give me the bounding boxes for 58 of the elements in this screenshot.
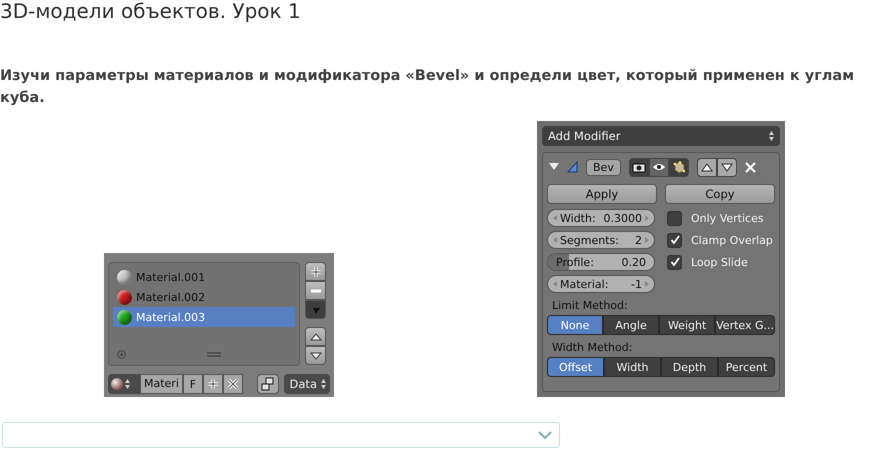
close-icon[interactable]	[744, 162, 756, 172]
dropdown-button[interactable]	[305, 300, 326, 319]
move-up-button[interactable]	[305, 327, 326, 346]
method-option[interactable]: Depth	[661, 357, 718, 377]
material-name-field[interactable]: Materi	[140, 374, 183, 394]
remove-button[interactable]	[305, 281, 326, 300]
method-label: Width Method:	[551, 341, 634, 356]
copy-link-button[interactable]	[256, 374, 279, 394]
checkbox[interactable]	[667, 232, 682, 248]
cross-icon	[226, 378, 239, 390]
method-option[interactable]: Offset	[547, 357, 604, 377]
profile-slider[interactable]: Profile: 0.20	[547, 253, 655, 271]
chevron-icon	[538, 430, 552, 440]
two-squares-icon	[260, 377, 275, 391]
link-dropdown[interactable]: Data	[284, 374, 330, 394]
up-down-arrows-icon	[769, 131, 774, 141]
copy-button[interactable]: Copy	[665, 184, 775, 204]
material-item[interactable]: Material.001	[113, 267, 295, 287]
method-option[interactable]: Percent	[718, 357, 775, 377]
lesson-title: 3D-модели объектов. Урок 1	[0, 0, 302, 24]
question-text: Изучи параметры материалов и модификатора «Bevel» и определи цвет, который применен к углам куба.	[0, 67, 856, 108]
up-triangle-icon	[700, 162, 713, 172]
checkbox-label: Loop Slide	[691, 256, 748, 268]
modifier-name-field[interactable]: Bev	[586, 158, 621, 176]
camera-icon[interactable]	[628, 158, 649, 176]
new-button[interactable]	[202, 374, 223, 394]
bevel-icon	[567, 161, 578, 173]
up-down-arrows-icon	[321, 379, 326, 389]
method-label: Limit Method:	[551, 299, 629, 314]
down-triangle-icon	[310, 350, 322, 360]
resize-grip-icon[interactable]	[207, 352, 221, 357]
eye-icon[interactable]	[648, 158, 669, 176]
checkbox[interactable]	[667, 210, 682, 226]
down-triangle-icon	[720, 162, 733, 172]
collapse-triangle-icon[interactable]	[549, 163, 559, 171]
checkbox-label: Only Vertices	[691, 212, 764, 224]
up-triangle-icon	[310, 332, 322, 342]
checkbox[interactable]	[667, 254, 682, 270]
unlink-button[interactable]	[222, 374, 243, 394]
add-modifier-dropdown[interactable]: Add Modifier	[542, 126, 780, 146]
method-option[interactable]: Width	[604, 357, 661, 377]
method-option[interactable]: None	[547, 315, 604, 335]
material-selector[interactable]	[108, 374, 140, 394]
up-down-arrows-icon	[125, 379, 130, 389]
move-down-button[interactable]	[305, 346, 326, 365]
move-up-button[interactable]	[696, 158, 717, 176]
method-option[interactable]: Weight	[659, 315, 716, 335]
fake-user-button[interactable]: F	[182, 374, 203, 394]
add-button[interactable]	[305, 262, 326, 281]
move-down-button[interactable]	[716, 158, 737, 176]
material-item[interactable]: Material.002	[113, 287, 295, 307]
plus-icon	[310, 266, 322, 278]
material-item[interactable]: Material.003	[113, 307, 295, 327]
method-option[interactable]: Vertex G...	[715, 315, 776, 335]
plus-icon	[206, 378, 219, 390]
apply-button[interactable]: Apply	[547, 184, 657, 204]
method-option[interactable]: Angle	[603, 315, 660, 335]
checkbox-label: Clamp Overlap	[691, 234, 773, 246]
